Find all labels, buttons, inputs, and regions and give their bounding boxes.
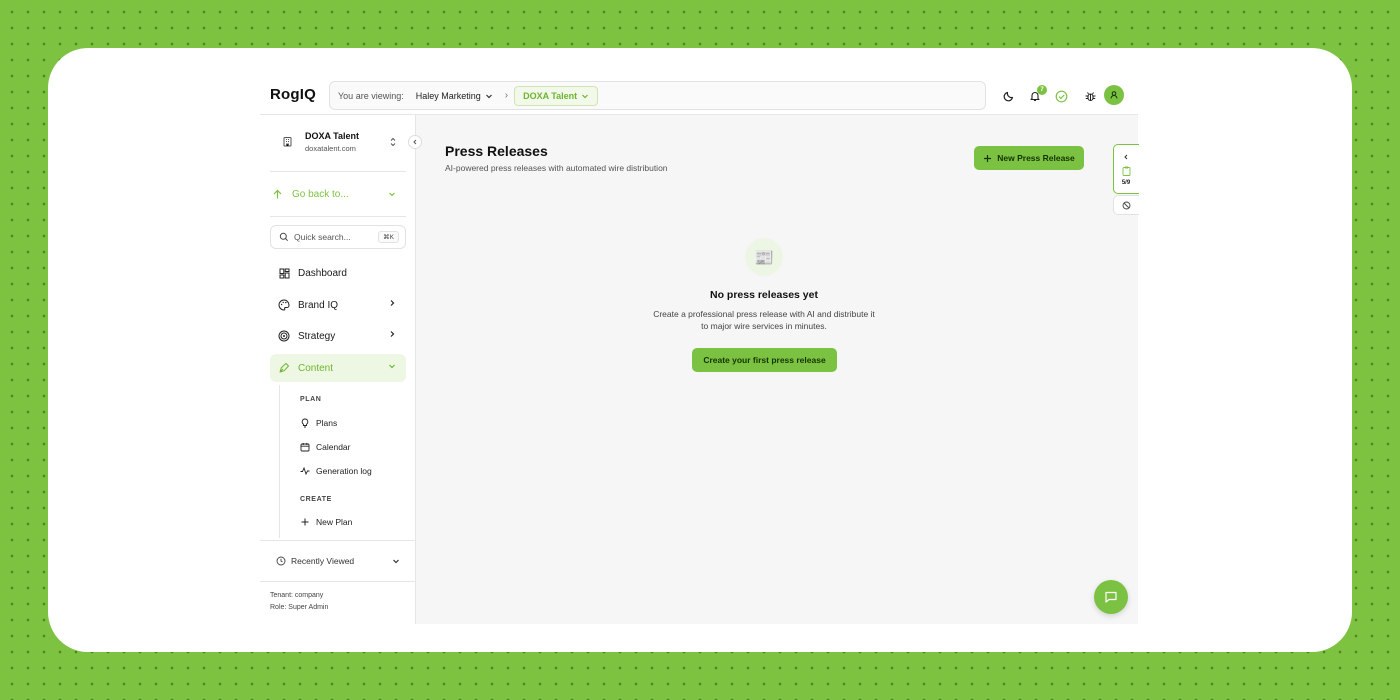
progress-count: 5/9 [1121,180,1131,186]
search-icon [279,232,289,242]
nav-label: Strategy [298,330,336,342]
app-logo[interactable]: RogIQ [270,86,316,103]
lightbulb-icon [301,418,309,428]
chevron-down-icon [485,94,492,98]
page-subtitle: AI-powered press releases with automated… [445,163,668,173]
empty-desc-line: Create a professional press release with… [653,309,875,319]
org-name: Haley Marketing [415,90,481,101]
section-heading-plan: PLAN [300,396,322,403]
building-icon [283,137,292,147]
empty-state-title: No press releases yet [710,289,818,301]
user-avatar[interactable] [1104,85,1124,105]
chevrons-up-down-icon [390,137,396,147]
client-name: DOXA Talent [523,90,578,101]
clock-icon [276,556,286,566]
nav-item-content[interactable]: Content [270,354,406,382]
recently-viewed-toggle[interactable]: Recently Viewed [276,552,400,570]
app: RogIQ You are viewing: Haley Marketing ›… [260,80,1138,624]
plus-icon [301,518,309,526]
empty-state-description: Create a professional press release with… [639,308,889,332]
hide-widget-button[interactable] [1113,195,1139,215]
nav-item-dashboard[interactable]: Dashboard [270,259,406,287]
chevron-down-icon [389,192,395,197]
new-press-release-button[interactable]: New Press Release [974,146,1084,170]
search-shortcut: ⌘K [378,231,399,243]
status-check-icon[interactable] [1053,88,1069,104]
sub-item-label: New Plan [316,517,353,527]
submenu-rail [279,385,280,538]
viewing-label: You are viewing: [338,90,404,101]
divider [270,171,406,172]
tenant-domain: doxatalent.com [305,144,356,153]
section-heading-create: CREATE [300,496,332,503]
client-selector[interactable]: DOXA Talent [514,85,599,106]
clipboard-icon [1122,166,1131,176]
chat-button[interactable] [1094,580,1128,614]
sub-item-label: Plans [316,418,338,428]
sub-item-plans[interactable]: Plans [300,415,337,431]
go-back-button[interactable]: Go back to... [270,183,406,205]
collapse-sidebar-button[interactable] [408,135,422,149]
palette-icon [278,299,290,311]
side-progress-widget[interactable]: 5/9 [1113,144,1139,194]
activity-icon [300,466,310,476]
org-selector[interactable]: Haley Marketing [416,91,493,101]
notifications-badge: 7 [1037,85,1047,95]
newspaper-glyph: 📰 [754,247,774,267]
chevron-left-icon [413,139,417,145]
arrow-up-icon [273,189,282,198]
newspaper-icon: 📰 [745,238,783,276]
divider [260,540,416,541]
nav-item-brand-iq[interactable]: Brand IQ [270,291,406,319]
user-icon [1110,91,1118,99]
go-back-label: Go back to... [292,188,349,200]
plus-icon [984,154,992,162]
chevron-left-icon [1124,154,1128,160]
window-frame: RogIQ You are viewing: Haley Marketing ›… [48,48,1352,652]
chevron-down-icon [389,364,395,369]
sub-item-label: Calendar [316,442,351,452]
target-icon [278,330,290,342]
sidebar: DOXA Talent doxatalent.com Go back to...… [260,115,422,624]
sub-item-calendar[interactable]: Calendar [300,439,351,455]
pen-tool-icon [279,363,289,373]
theme-toggle-moon-icon[interactable] [1001,88,1017,104]
create-first-press-release-button[interactable]: Create your first press release [692,348,837,372]
chevron-down-icon [582,94,589,98]
tenant-name: DOXA Talent [305,131,360,141]
sub-item-generation-log[interactable]: Generation log [300,463,372,479]
recently-viewed-label: Recently Viewed [291,556,355,566]
nav-label: Content [298,362,334,374]
main-content: Press Releases AI-powered press releases… [416,115,1138,624]
tenant-switcher[interactable]: DOXA Talent doxatalent.com [278,131,404,155]
search-placeholder: Quick search... [294,232,351,242]
divider [260,581,416,582]
role-info: Role: Super Admin [270,604,329,611]
nav-label: Brand IQ [298,299,339,311]
ban-icon [1122,201,1131,209]
chat-bubble-icon [1105,591,1117,603]
top-header: RogIQ You are viewing: Haley Marketing ›… [260,80,1138,115]
divider [270,216,406,217]
nav-label: Dashboard [298,267,347,279]
chevron-right-icon [390,331,395,337]
chevron-right-icon [390,300,395,306]
tenant-info: Tenant: company [270,592,324,599]
dashboard-grid-icon [279,268,289,278]
quick-search-input[interactable]: Quick search... ⌘K [270,225,406,249]
empty-desc-line: to major wire services in minutes. [701,321,827,331]
page-title: Press Releases [445,143,548,159]
sub-item-label: Generation log [316,466,372,476]
new-press-release-label: New Press Release [997,153,1075,163]
calendar-icon [300,443,310,452]
chevron-down-icon [393,559,399,564]
notifications-bell-icon[interactable]: 7 [1027,85,1047,104]
breadcrumb-separator: › [504,90,509,101]
sub-item-new-plan[interactable]: New Plan [300,514,352,530]
context-switcher: You are viewing: Haley Marketing › DOXA … [329,81,986,110]
bug-report-icon[interactable] [1082,88,1098,104]
nav-item-strategy[interactable]: Strategy [270,322,406,350]
